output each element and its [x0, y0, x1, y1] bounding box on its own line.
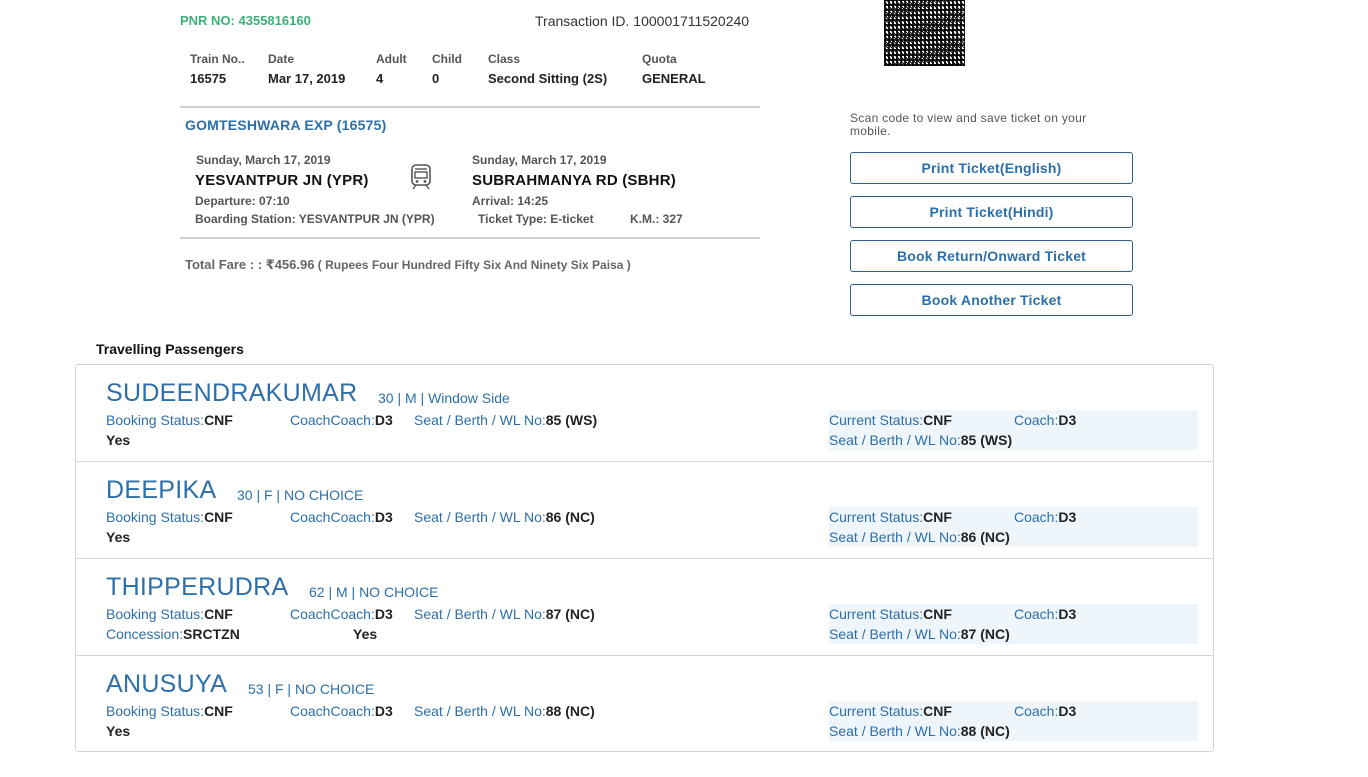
booking-coach: CoachCoach:D3	[290, 509, 393, 525]
info-date: Date Mar 17, 2019	[268, 52, 345, 86]
scan-instructions: Scan code to view and save ticket on you…	[850, 111, 1087, 138]
fare-words: ( Rupees Four Hundred Fifty Six And Nine…	[314, 258, 631, 272]
print-ticket-english-button[interactable]: Print Ticket(English)	[850, 152, 1133, 184]
current-coach: Coach:D3	[1014, 606, 1077, 622]
book-return-ticket-button[interactable]: Book Return/Onward Ticket	[850, 240, 1133, 272]
info-value: 0	[432, 71, 440, 86]
info-value: Second Sitting (2S)	[488, 71, 608, 86]
passenger-row: ANUSUYA 53 | F | NO CHOICE Booking Statu…	[76, 656, 1213, 753]
transaction-id: Transaction ID. 100001711520240	[535, 13, 750, 29]
from-date: Sunday, March 17, 2019	[196, 153, 331, 167]
current-coach: Coach:D3	[1014, 509, 1077, 525]
current-status: Current Status:CNF	[829, 509, 952, 525]
arrival-time: Arrival: 14:25	[472, 194, 549, 208]
passenger-name: ANUSUYA	[106, 670, 228, 698]
divider	[180, 106, 760, 108]
booking-status: Booking Status:CNF	[106, 509, 233, 525]
passenger-details: 30 | F | NO CHOICE	[237, 487, 364, 503]
passenger-name: THIPPERUDRA	[106, 573, 289, 601]
booking-status: Booking Status:CNF	[106, 412, 233, 428]
divider	[180, 237, 760, 239]
booking-coach: CoachCoach:D3	[290, 703, 393, 719]
current-coach: Coach:D3	[1014, 412, 1077, 428]
boarding-station: Boarding Station: YESVANTPUR JN (YPR)	[195, 212, 435, 226]
to-station: SUBRAHMANYA RD (SBHR)	[472, 172, 676, 189]
passenger-details: 53 | F | NO CHOICE	[248, 681, 375, 697]
current-status: Current Status:CNF	[829, 412, 952, 428]
book-another-ticket-button[interactable]: Book Another Ticket	[850, 284, 1133, 316]
booking-seat: Seat / Berth / WL No:86 (NC)	[414, 509, 595, 525]
info-label: Train No..	[190, 52, 245, 66]
booking-coach: CoachCoach:D3	[290, 412, 393, 428]
current-seat: Seat / Berth / WL No:86 (NC)	[829, 529, 1010, 545]
info-label: Class	[488, 52, 521, 66]
total-fare: Total Fare : : ₹456.96 ( Rupees Four Hun…	[185, 257, 631, 273]
passenger-flag: Yes	[106, 432, 131, 448]
departure-time: Departure: 07:10	[195, 194, 290, 208]
booking-coach: CoachCoach:D3	[290, 606, 393, 622]
passenger-name: DEEPIKA	[106, 476, 217, 504]
current-status: Current Status:CNF	[829, 606, 952, 622]
passenger-flag: Yes	[353, 626, 378, 642]
passenger-row: DEEPIKA 30 | F | NO CHOICE Booking Statu…	[76, 462, 1213, 559]
info-label: Adult	[376, 52, 407, 66]
travelling-passengers-heading: Travelling Passengers	[96, 341, 244, 357]
booking-status: Booking Status:CNF	[106, 703, 233, 719]
info-label: Date	[268, 52, 295, 66]
current-seat: Seat / Berth / WL No:85 (WS)	[829, 432, 1013, 448]
current-seat: Seat / Berth / WL No:87 (NC)	[829, 626, 1010, 642]
passenger-flag: Yes	[106, 529, 131, 545]
booking-seat: Seat / Berth / WL No:87 (NC)	[414, 606, 595, 622]
info-child: Child 0	[432, 52, 462, 86]
booking-status: Booking Status:CNF	[106, 606, 233, 622]
info-adult: Adult 4	[376, 52, 407, 86]
info-value: 16575	[190, 71, 227, 86]
from-station: YESVANTPUR JN (YPR)	[195, 172, 369, 189]
current-status: Current Status:CNF	[829, 703, 952, 719]
passenger-row: THIPPERUDRA 62 | M | NO CHOICE Booking S…	[76, 559, 1213, 656]
info-quota: Quota GENERAL	[642, 52, 706, 86]
info-label: Quota	[642, 52, 677, 66]
booking-seat: Seat / Berth / WL No:88 (NC)	[414, 703, 595, 719]
ticket-type: Ticket Type: E-ticket	[478, 212, 594, 226]
pnr-number: PNR NO: 4355816160	[180, 13, 311, 28]
info-value: GENERAL	[642, 71, 706, 86]
passenger-name: SUDEENDRAKUMAR	[106, 379, 358, 407]
fare-label: Total Fare : :	[185, 257, 266, 272]
passenger-flag: Yes	[106, 723, 131, 739]
passenger-row: SUDEENDRAKUMAR 30 | M | Window Side Book…	[76, 365, 1213, 462]
passenger-list: SUDEENDRAKUMAR 30 | M | Window Side Book…	[75, 364, 1214, 752]
print-ticket-hindi-button[interactable]: Print Ticket(Hindi)	[850, 196, 1133, 228]
current-seat: Seat / Berth / WL No:88 (NC)	[829, 723, 1010, 739]
info-class: Class Second Sitting (2S)	[488, 52, 607, 86]
info-value: Mar 17, 2019	[268, 71, 346, 86]
to-date: Sunday, March 17, 2019	[472, 153, 607, 167]
info-train-no: Train No.. 16575	[190, 52, 245, 86]
info-label: Child	[432, 52, 462, 66]
passenger-details: 62 | M | NO CHOICE	[309, 584, 439, 600]
concession: Concession:SRCTZN	[106, 626, 240, 642]
passenger-details: 30 | M | Window Side	[378, 390, 510, 406]
train-name: GOMTESHWARA EXP (16575)	[185, 117, 387, 133]
distance-km: K.M.: 327	[630, 212, 683, 226]
booking-seat: Seat / Berth / WL No:85 (WS)	[414, 412, 598, 428]
fare-amount: ₹456.96	[265, 257, 315, 272]
train-icon	[410, 163, 432, 196]
info-value: 4	[376, 71, 384, 86]
current-coach: Coach:D3	[1014, 703, 1077, 719]
qr-code	[884, 0, 965, 66]
